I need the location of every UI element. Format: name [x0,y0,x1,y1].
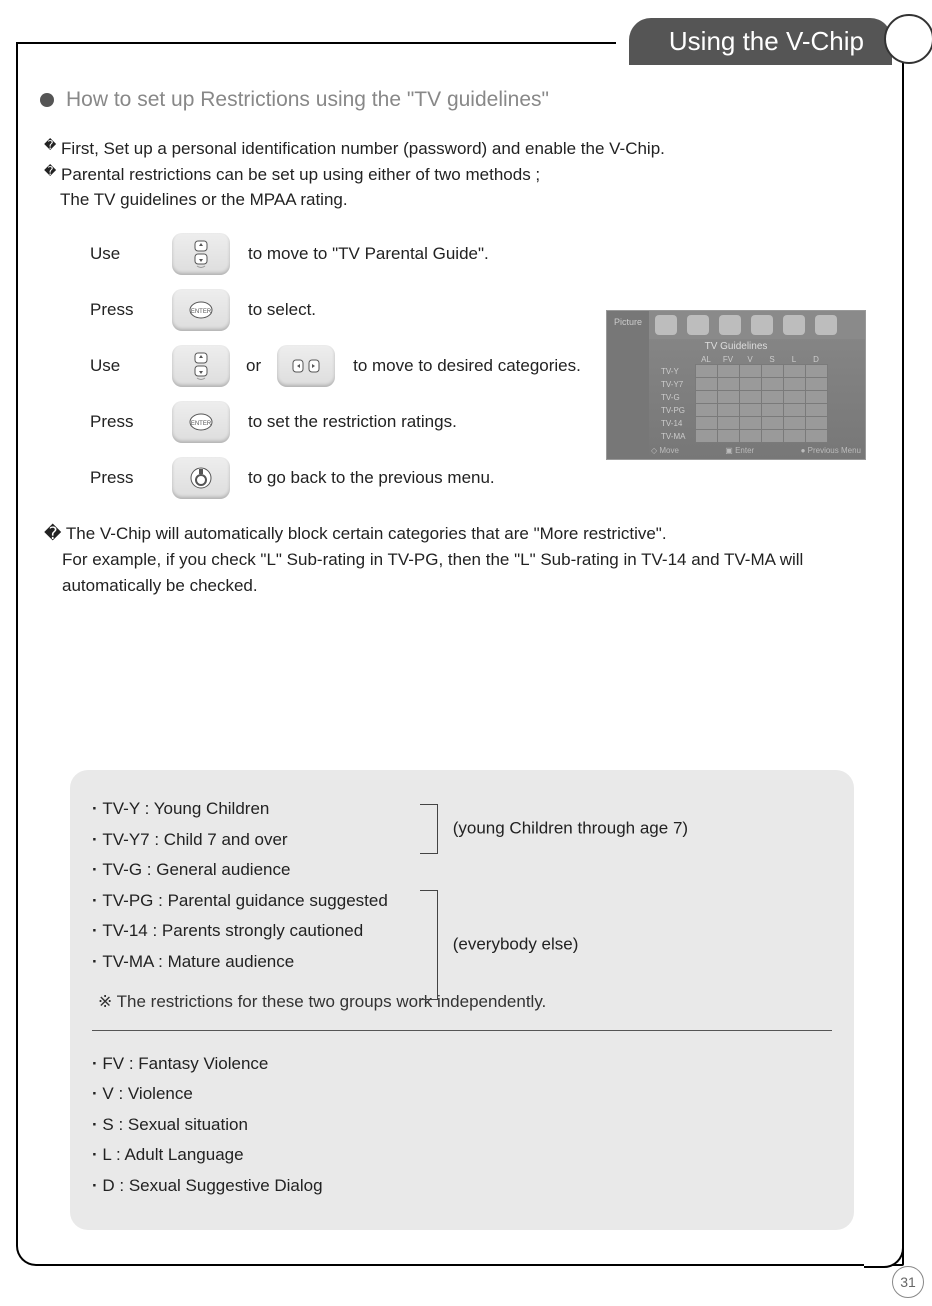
page: Using the V-Chip How to set up Restricti… [0,0,932,1306]
svg-text:ENTER: ENTER [191,309,212,315]
screenshot-grid-title: TV Guidelines [607,341,865,352]
definitions-card: TV-Y : Young Children TV-Y7 : Child 7 an… [70,770,854,1230]
intro-line-1: � First, Set up a personal identificatio… [44,136,884,162]
bullet-dot-icon [40,93,54,107]
tab-icon [655,315,677,335]
bracket-icon [420,804,438,854]
bracket-group-a: (young Children through age 7) [420,804,688,854]
page-number: 31 [892,1266,924,1298]
tab-icon [751,315,773,335]
list-item: S : Sexual situation [92,1110,832,1141]
updown-button-icon [172,345,230,387]
svg-text:ENTER: ENTER [191,421,212,427]
screenshot-grid: AL FV V S L D TV-Y TV-Y7 TV-G TV-PG TV-1… [661,355,828,443]
subratings-definition-list: FV : Fantasy Violence V : Violence S : S… [92,1049,832,1202]
list-item: TV-G : General audience [92,855,832,886]
list-item: L : Adult Language [92,1140,832,1171]
leftright-button-icon [277,345,335,387]
intro-line-2: � Parental restrictions can be set up us… [44,162,884,188]
tv-guidelines-screenshot: Picture TV Guidelines AL FV V S L [606,310,866,460]
tab-icon [719,315,741,335]
step-row: Use to move to "TV Parental Guide". [90,233,884,275]
divider [92,1030,832,1031]
return-button-icon [172,457,230,499]
list-item: V : Violence [92,1079,832,1110]
list-item: FV : Fantasy Violence [92,1049,832,1080]
section-title-text: How to set up Restrictions using the "TV… [66,88,549,112]
ratings-definition-list: TV-Y : Young Children TV-Y7 : Child 7 an… [92,794,832,978]
header-title: Using the V-Chip [669,26,864,56]
section-heading: How to set up Restrictions using the "TV… [40,88,884,112]
screenshot-hints: ◇ Move ▣ Enter ● Previous Menu [651,446,861,455]
enter-button-icon: ENTER [172,401,230,443]
frame-corner [864,1228,904,1268]
enter-button-icon: ENTER [172,289,230,331]
tab-icon [783,315,805,335]
note-block: � The V-Chip will automatically block ce… [44,521,884,600]
screenshot-sidebar: Picture [607,311,649,459]
header-tab: Using the V-Chip [629,18,892,65]
header-circle-icon [884,14,932,64]
bracket-group-b: (everybody else) [420,890,578,1000]
tab-icon [687,315,709,335]
tab-icon [815,315,837,335]
intro-line-2b: The TV guidelines or the MPAA rating. [60,187,884,213]
frame-right-border [902,42,904,1266]
step-row: Press to go back to the previous menu. [90,457,884,499]
updown-button-icon [172,233,230,275]
list-item: D : Sexual Suggestive Dialog [92,1171,832,1202]
bracket-icon [420,890,438,1000]
